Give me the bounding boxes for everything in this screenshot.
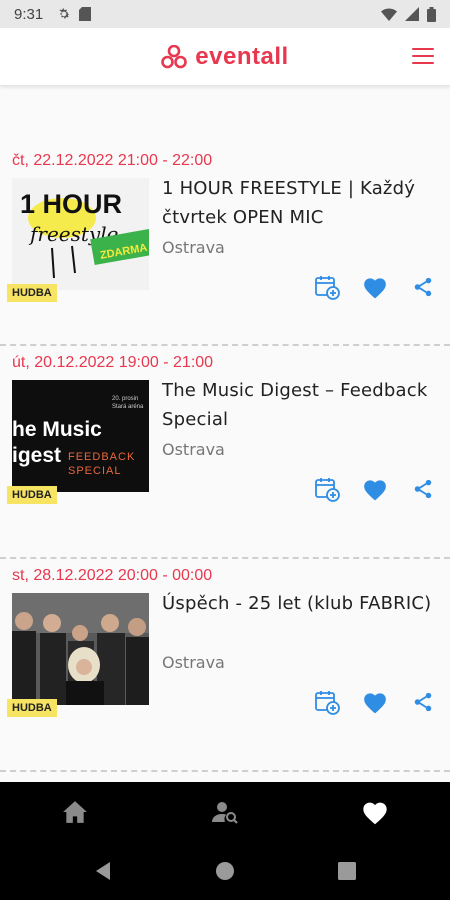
share-icon[interactable]	[410, 689, 436, 715]
logo-circles-icon	[161, 44, 188, 68]
category-tag: HUDBA	[7, 699, 57, 717]
event-title[interactable]: The Music Digest – Feedback Special	[162, 376, 442, 434]
event-card[interactable]: út, 20.12.2022 19:00 - 21:00 he Music ig…	[0, 346, 450, 559]
thumb-title-line1: he Music	[12, 418, 102, 441]
event-thumbnail[interactable]: he Music igest FEEDBACK SPECIAL 20. pros…	[12, 380, 149, 492]
event-thumbnail[interactable]: 1 HOUR freestyle ZDARMA	[12, 178, 149, 290]
wifi-icon	[381, 7, 397, 21]
event-title[interactable]: 1 HOUR FREESTYLE | Každý čtvrtek OPEN MI…	[162, 174, 442, 232]
hamburger-menu-icon[interactable]	[412, 45, 434, 67]
calendar-add-icon[interactable]	[314, 476, 340, 502]
event-date: út, 20.12.2022 19:00 - 21:00	[12, 354, 214, 371]
category-tag: HUDBA	[7, 486, 57, 504]
event-list[interactable]: čt, 22.12.2022 21:00 - 22:00 1 HOUR free…	[0, 86, 450, 782]
event-city: Ostrava	[162, 653, 225, 672]
eventall-logo: eventall	[161, 43, 288, 71]
share-icon[interactable]	[410, 274, 436, 300]
thumb-corner-line1: 20. prosin	[112, 396, 138, 402]
event-card[interactable]: st, 28.12.2022 20:00 - 00:00 HUDBA Úspěc…	[0, 559, 450, 772]
heart-icon[interactable]	[362, 274, 388, 300]
event-date: st, 28.12.2022 20:00 - 00:00	[12, 567, 213, 584]
thumb-title-line2: igest	[12, 444, 61, 467]
category-tag: HUDBA	[7, 284, 57, 302]
thumb-title: 1 HOUR	[20, 189, 122, 219]
calendar-add-icon[interactable]	[314, 689, 340, 715]
sd-card-icon	[79, 7, 92, 21]
back-icon[interactable]	[92, 860, 114, 882]
signal-icon	[405, 7, 419, 21]
app-bar: eventall	[0, 28, 450, 86]
event-date: čt, 22.12.2022 21:00 - 22:00	[12, 152, 213, 169]
thumb-side-line2: SPECIAL	[68, 465, 121, 477]
event-city: Ostrava	[162, 440, 225, 459]
home-circle-icon[interactable]	[214, 860, 236, 882]
logo-text: eventall	[195, 42, 289, 70]
event-card[interactable]: čt, 22.12.2022 21:00 - 22:00 1 HOUR free…	[0, 86, 450, 346]
event-title[interactable]: Úspěch - 25 let (klub FABRIC)	[162, 589, 442, 618]
home-icon[interactable]	[45, 790, 105, 834]
settings-gear-icon	[59, 8, 70, 19]
thumb-side-line1: FEEDBACK	[68, 451, 135, 463]
heart-icon[interactable]	[362, 476, 388, 502]
thumb-corner-line2: Stará aréna	[112, 404, 144, 410]
calendar-add-icon[interactable]	[314, 274, 340, 300]
battery-icon	[427, 6, 436, 22]
status-bar: 9:31	[0, 0, 450, 28]
favorites-heart-icon[interactable]	[345, 790, 405, 834]
system-nav-bar	[0, 842, 450, 900]
user-search-icon[interactable]	[195, 790, 255, 834]
status-time: 9:31	[14, 5, 44, 23]
event-thumbnail-photo[interactable]	[12, 593, 149, 705]
heart-icon[interactable]	[362, 689, 388, 715]
recents-square-icon[interactable]	[336, 860, 358, 882]
bottom-nav	[0, 782, 450, 842]
event-city: Ostrava	[162, 238, 225, 257]
share-icon[interactable]	[410, 476, 436, 502]
